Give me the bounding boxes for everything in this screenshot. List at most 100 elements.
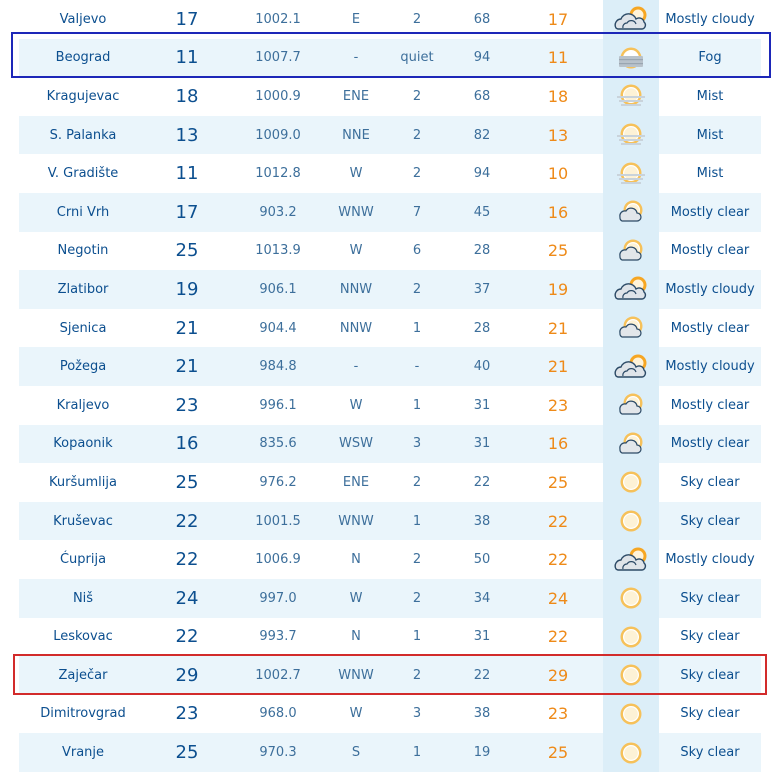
sun-icon [611, 506, 651, 536]
pressure: 1009.0 [227, 115, 329, 155]
feels-like-temperature: 25 [547, 241, 569, 261]
city-name: Negotin [57, 243, 109, 259]
city-name: Požega [19, 347, 147, 386]
feels-like-temperature: 21 [513, 347, 603, 386]
table-row: V. Gradište 11 1012.8 W 2 94 10 Mist [19, 154, 761, 193]
weather-description: Mostly cloudy [665, 552, 755, 568]
wind-direction: ENE [342, 88, 370, 104]
humidity: 22 [473, 474, 491, 490]
pressure: 1007.7 [227, 38, 329, 78]
feels-like-temperature: 11 [513, 38, 603, 78]
weather-description: Sky clear [680, 629, 740, 645]
weather-description: Sky clear [659, 733, 761, 772]
table-row: Kraljevo 23 996.1 W 1 31 23 Mostly clear [19, 385, 761, 425]
pressure: 1000.9 [255, 88, 301, 104]
wind-direction: WSW [329, 424, 383, 464]
temperature: 16 [147, 424, 227, 464]
humidity: 31 [451, 424, 513, 464]
humidity: 38 [473, 706, 491, 722]
pressure: 997.0 [227, 578, 329, 618]
wind-speed: quiet [383, 38, 451, 78]
weather-icon-cell [603, 0, 659, 39]
sun-icon [611, 699, 651, 729]
city-name: V. Gradište [47, 166, 119, 182]
pressure: 1002.1 [255, 11, 301, 27]
pressure: 970.3 [227, 733, 329, 772]
humidity: 22 [451, 656, 513, 695]
pressure: 903.2 [227, 192, 329, 232]
wind-speed: 1 [412, 397, 422, 413]
humidity: 31 [473, 629, 491, 645]
table-row: Požega 21 984.8- -40 21 Mostly cloudy [19, 347, 761, 386]
wind-speed: 3 [383, 424, 451, 464]
mostly-cloudy-icon [611, 352, 651, 382]
weather-description: Mostly cloudy [665, 11, 755, 27]
weather-icon-cell [603, 617, 659, 657]
temperature: 22 [175, 549, 199, 571]
weather-icon-cell [603, 463, 659, 502]
weather-description: Mostly cloudy [659, 347, 761, 386]
table-row: Zlatibor 19 906.1 NNW 2 37 19 Mostly cloudy [19, 270, 761, 309]
mostly-clear-icon [611, 429, 651, 459]
weather-description: Mist [696, 166, 724, 182]
humidity: 31 [473, 397, 491, 413]
city-name: Kraljevo [56, 397, 110, 413]
wind-direction: W [349, 706, 363, 722]
feels-like-temperature: 13 [513, 115, 603, 155]
city-name: Kragujevac [46, 88, 120, 104]
temperature: 25 [175, 240, 199, 262]
mist-icon [611, 159, 651, 189]
wind-speed: 1 [383, 501, 451, 541]
pressure: 906.1 [227, 270, 329, 309]
temperature: 18 [175, 85, 199, 107]
city-name: Niš [19, 578, 147, 618]
temperature: 25 [175, 471, 199, 493]
table-row: S. Palanka 13 1009.0 NNE 2 82 13 Mist [19, 115, 761, 155]
feels-like-temperature: 17 [547, 9, 569, 29]
humidity: 34 [451, 578, 513, 618]
weather-description: Mostly clear [670, 243, 750, 259]
humidity: 38 [451, 501, 513, 541]
temperature: 21 [175, 317, 199, 339]
pressure: 993.7 [259, 629, 297, 645]
table-row: Dimitrovgrad 23 968.0 W 3 38 23 Sky clear [19, 694, 761, 734]
pressure: 1002.7 [227, 656, 329, 695]
weather-description: Mist [696, 88, 724, 104]
city-name: Valjevo [59, 11, 107, 27]
pressure: 976.2 [259, 474, 297, 490]
weather-icon-cell [603, 347, 659, 386]
table-row: Sjenica 21 904.4 NNW 1 28 21 Mostly clear [19, 308, 761, 348]
wind-speed: 7 [383, 192, 451, 232]
mostly-cloudy-icon [611, 4, 651, 34]
table-row: Kopaonik 16 835.6 WSW 3 31 16 Mostly clear [19, 424, 761, 464]
weather-icon-cell [603, 154, 659, 193]
feels-like-temperature: 25 [547, 472, 569, 492]
mist-icon [611, 120, 651, 150]
wind-speed: 2 [412, 474, 422, 490]
wind-speed: 2 [412, 11, 422, 27]
feels-like-temperature: 10 [547, 164, 569, 184]
weather-description: Mostly clear [659, 192, 761, 232]
feels-like-temperature: 22 [547, 627, 569, 647]
weather-icon-cell [603, 308, 659, 348]
temperature: 23 [175, 703, 199, 725]
humidity: 82 [451, 115, 513, 155]
weather-icon-cell [603, 578, 659, 618]
feels-like-temperature: 21 [547, 318, 569, 338]
temperature: 24 [147, 578, 227, 618]
weather-icon-cell [603, 192, 659, 232]
weather-table: Valjevo 17 1002.1 E 2 68 17 Mostly cloudy Beogra… [19, 0, 761, 772]
feels-like-temperature: 23 [547, 395, 569, 415]
humidity: 28 [473, 243, 491, 259]
sun-icon [611, 583, 651, 613]
weather-description: Mist [659, 115, 761, 155]
temperature: 22 [175, 626, 199, 648]
weather-description: Mostly clear [659, 424, 761, 464]
wind-speed: 6 [412, 243, 422, 259]
temperature: 13 [147, 115, 227, 155]
mostly-clear-icon [611, 390, 651, 420]
feels-like-temperature: 22 [547, 550, 569, 570]
wind-speed: 1 [383, 733, 451, 772]
weather-description: Sky clear [680, 474, 740, 490]
table-row: Beograd 11 1007.7- quiet 94 11 Fog [19, 38, 761, 78]
